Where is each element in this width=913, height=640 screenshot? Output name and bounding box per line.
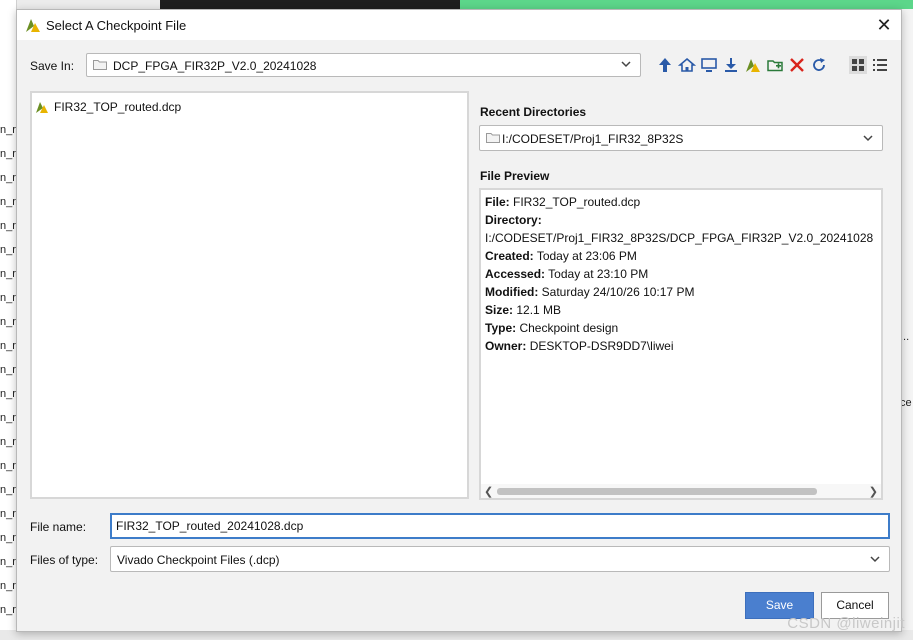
dialog-title: Select A Checkpoint File <box>46 18 187 33</box>
refresh-icon[interactable] <box>810 56 828 74</box>
background-list-row: n_r <box>0 604 16 616</box>
details-view-icon[interactable] <box>849 56 867 74</box>
background-list-row: n_r <box>0 292 16 304</box>
background-list-row: n_r <box>0 172 16 184</box>
recent-directories-title: Recent Directories <box>480 105 587 119</box>
preview-created-row: Created: Today at 23:06 PM <box>485 249 637 263</box>
background-list-row: n_r <box>0 148 16 160</box>
background-list-row: n_r <box>0 532 16 544</box>
preview-modified-value: Saturday 24/10/26 10:17 PM <box>541 285 695 299</box>
preview-directory-label: Directory: <box>485 213 542 227</box>
save-in-value: DCP_FPGA_FIR32P_V2.0_20241028 <box>113 59 317 73</box>
preview-directory-value: I:/CODESET/Proj1_FIR32_8P32S/DCP_FPGA_FI… <box>485 231 874 245</box>
preview-owner-value: DESKTOP-DSR9DD7\liwei <box>529 339 674 353</box>
preview-accessed-row: Accessed: Today at 23:10 PM <box>485 267 648 281</box>
preview-directory-row: Directory: <box>485 213 542 227</box>
file-name-text: FIR32_TOP_routed.dcp <box>54 100 182 114</box>
preview-type-row: Type: Checkpoint design <box>485 321 618 335</box>
file-preview-panel: File: FIR32_TOP_routed.dcp Directory: I:… <box>479 188 883 500</box>
close-button[interactable]: ✕ <box>873 14 895 36</box>
checkpoint-file-icon <box>36 102 48 113</box>
folder-icon <box>486 133 500 143</box>
preview-file-value: FIR32_TOP_routed.dcp <box>513 195 641 209</box>
recent-directories-select[interactable]: I:/CODESET/Proj1_FIR32_8P32S <box>479 125 883 151</box>
background-list-row: n_r <box>0 484 16 496</box>
file-list-panel[interactable]: FIR32_TOP_routed.dcp <box>30 91 469 499</box>
preview-horizontal-scrollbar[interactable]: ❮ ❯ <box>481 484 881 498</box>
file-type-label: Files of type: <box>30 553 99 567</box>
background-list-row: n_r <box>0 268 16 280</box>
background-list-row: n_r <box>0 556 16 568</box>
home-icon[interactable] <box>678 56 696 74</box>
background-list-row: n_r <box>0 508 16 520</box>
file-name-field[interactable] <box>110 513 890 539</box>
folder-icon <box>93 60 107 70</box>
delete-icon[interactable] <box>788 56 806 74</box>
background-list-row: n_r <box>0 388 16 400</box>
background-list-row: n_r <box>0 460 16 472</box>
background-list-row: n_r <box>0 196 16 208</box>
file-preview-title: File Preview <box>480 169 550 183</box>
preview-accessed-value: Today at 23:10 PM <box>548 267 649 281</box>
scroll-right-icon[interactable]: ❯ <box>869 485 878 498</box>
preview-size-label: Size: <box>485 303 514 317</box>
background-list-row: n_r <box>0 436 16 448</box>
background-list-row: n_r <box>0 220 16 232</box>
up-one-level-icon[interactable] <box>656 56 674 74</box>
background-list-row: n_r <box>0 244 16 256</box>
background-green-bar <box>460 0 913 9</box>
desktop-icon[interactable] <box>700 56 718 74</box>
file-name-label: File name: <box>30 520 87 534</box>
preview-owner-label: Owner: <box>485 339 527 353</box>
vivado-project-icon[interactable] <box>744 56 762 74</box>
background-toolbar <box>16 0 161 9</box>
scrollbar-thumb[interactable] <box>497 488 817 495</box>
download-icon[interactable] <box>722 56 740 74</box>
background-list-row: n_r <box>0 412 16 424</box>
preview-owner-row: Owner: DESKTOP-DSR9DD7\liwei <box>485 339 674 353</box>
file-list-item[interactable]: FIR32_TOP_routed.dcp <box>35 99 181 115</box>
chevron-down-icon <box>863 135 873 142</box>
chevron-down-icon <box>621 61 631 68</box>
recent-directory-value: I:/CODESET/Proj1_FIR32_8P32S <box>502 132 684 146</box>
preview-created-value: Today at 23:06 PM <box>536 249 637 263</box>
new-folder-icon[interactable] <box>766 56 784 74</box>
preview-size-value: 12.1 MB <box>516 303 562 317</box>
background-dark-bar <box>160 0 460 9</box>
vivado-logo-icon <box>26 19 40 32</box>
select-checkpoint-dialog: Select A Checkpoint File ✕ Save In: DCP_… <box>16 9 902 632</box>
preview-modified-row: Modified: Saturday 24/10/26 10:17 PM <box>485 285 694 299</box>
save-in-select[interactable]: DCP_FPGA_FIR32P_V2.0_20241028 <box>86 53 641 77</box>
watermark: CSDN @liweinjit <box>787 615 905 632</box>
file-name-input[interactable] <box>114 517 878 535</box>
preview-type-value: Checkpoint design <box>519 321 619 335</box>
preview-created-label: Created: <box>485 249 534 263</box>
save-in-label: Save In: <box>30 59 75 73</box>
preview-type-label: Type: <box>485 321 517 335</box>
background-list-row: n_r <box>0 316 16 328</box>
preview-accessed-label: Accessed: <box>485 267 546 281</box>
preview-file-label: File: <box>485 195 510 209</box>
file-type-select[interactable]: Vivado Checkpoint Files (.dcp) <box>110 546 890 572</box>
background-list-row: n_r <box>0 124 16 136</box>
preview-file-row: File: FIR32_TOP_routed.dcp <box>485 195 640 209</box>
dialog-titlebar: Select A Checkpoint File ✕ <box>17 10 901 40</box>
background-list-row: n_r <box>0 340 16 352</box>
list-view-icon[interactable] <box>871 56 889 74</box>
scroll-left-icon[interactable]: ❮ <box>484 485 493 498</box>
preview-size-row: Size: 12.1 MB <box>485 303 561 317</box>
background-list-row: n_r <box>0 364 16 376</box>
chevron-down-icon <box>870 556 880 563</box>
background-list-row: n_r <box>0 580 16 592</box>
file-type-value: Vivado Checkpoint Files (.dcp) <box>117 553 280 567</box>
preview-modified-label: Modified: <box>485 285 539 299</box>
